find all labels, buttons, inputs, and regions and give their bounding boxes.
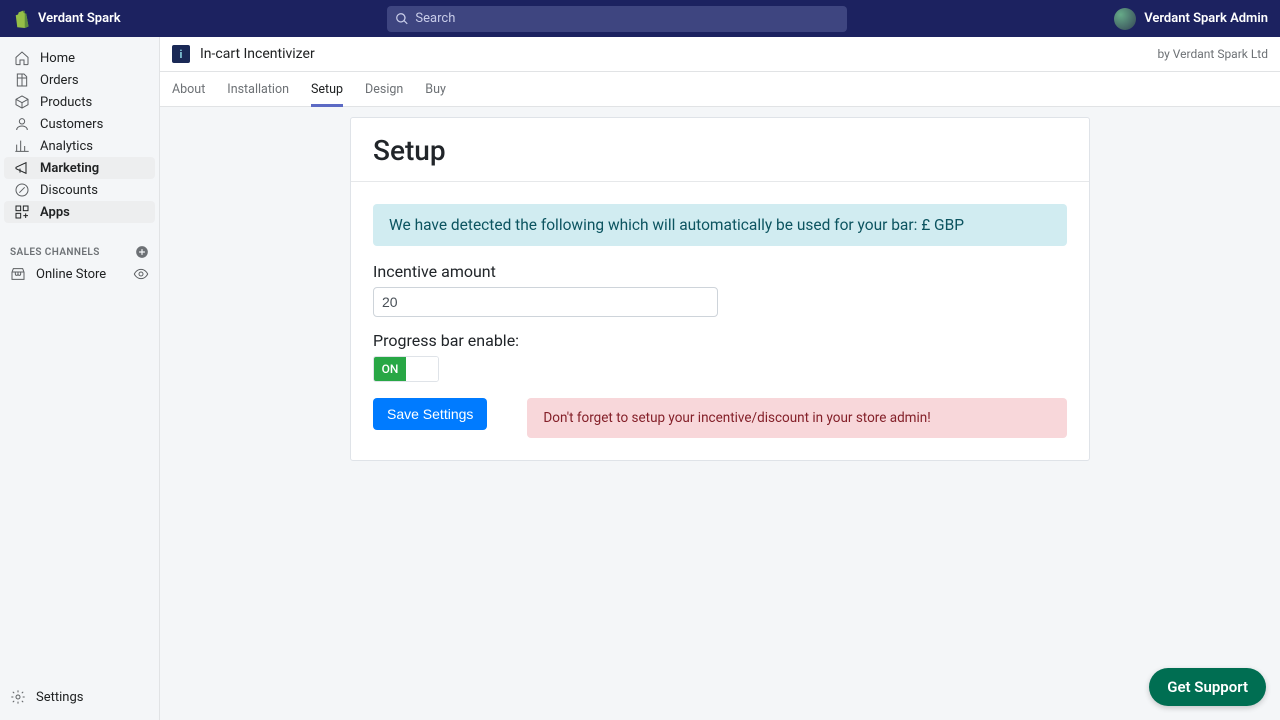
sidebar-item-label: Analytics	[40, 139, 93, 154]
store-brand[interactable]: Verdant Spark	[12, 10, 121, 28]
eye-icon[interactable]	[133, 266, 149, 282]
get-support-button[interactable]: Get Support	[1149, 668, 1266, 706]
sidebar-item-customers[interactable]: Customers	[4, 113, 155, 135]
store-icon	[10, 266, 26, 282]
gear-icon	[10, 689, 26, 705]
sidebar-item-label: Products	[40, 95, 92, 110]
search-input[interactable]: Search	[387, 6, 847, 32]
tab-design[interactable]: Design	[365, 72, 403, 106]
incentive-amount-label: Incentive amount	[373, 262, 1067, 281]
search-wrap: Search	[121, 6, 1115, 32]
tab-setup[interactable]: Setup	[311, 72, 343, 106]
app-name: In-cart Incentivizer	[200, 46, 315, 62]
discounts-icon	[14, 182, 30, 198]
toggle-on-label: ON	[374, 357, 406, 381]
app-vendor: by Verdant Spark Ltd	[1157, 47, 1268, 61]
search-placeholder: Search	[415, 11, 455, 26]
sidebar-item-apps[interactable]: Apps	[4, 201, 155, 223]
toggle-off-space	[406, 357, 438, 381]
sidebar: Home Orders Products Customers Analytics…	[0, 37, 160, 720]
app-icon: i	[172, 45, 190, 63]
setup-card: Setup We have detected the following whi…	[350, 117, 1090, 461]
marketing-icon	[14, 160, 30, 176]
search-icon	[395, 12, 409, 26]
page-title: Setup	[373, 134, 1067, 167]
sidebar-item-label: Customers	[40, 117, 103, 132]
channel-label: Online Store	[36, 267, 106, 282]
setup-reminder-banner: Don't forget to setup your incentive/dis…	[527, 398, 1067, 438]
sidebar-item-label: Discounts	[40, 183, 98, 198]
sidebar-item-orders[interactable]: Orders	[4, 69, 155, 91]
customers-icon	[14, 116, 30, 132]
sidebar-item-marketing[interactable]: Marketing	[4, 157, 155, 179]
store-name: Verdant Spark	[38, 11, 121, 26]
tab-installation[interactable]: Installation	[227, 72, 289, 106]
sales-channels-header: SALES CHANNELS	[0, 241, 159, 263]
sidebar-item-label: Apps	[40, 205, 70, 220]
channel-online-store[interactable]: Online Store	[0, 263, 159, 285]
apps-icon	[14, 204, 30, 220]
sidebar-item-label: Orders	[40, 73, 79, 88]
save-settings-button[interactable]: Save Settings	[373, 398, 487, 430]
orders-icon	[14, 72, 30, 88]
progress-bar-label: Progress bar enable:	[373, 331, 1067, 350]
admin-name: Verdant Spark Admin	[1144, 11, 1268, 26]
sidebar-item-analytics[interactable]: Analytics	[4, 135, 155, 157]
sidebar-item-label: Home	[40, 51, 75, 66]
currency-detected-banner: We have detected the following which wil…	[373, 204, 1067, 246]
sidebar-item-discounts[interactable]: Discounts	[4, 179, 155, 201]
app-header: i In-cart Incentivizer by Verdant Spark …	[160, 37, 1280, 72]
main: i In-cart Incentivizer by Verdant Spark …	[160, 37, 1280, 720]
tab-about[interactable]: About	[172, 72, 205, 106]
settings-label: Settings	[36, 690, 83, 705]
incentive-amount-input[interactable]	[373, 287, 718, 317]
top-bar: Verdant Spark Search Verdant Spark Admin	[0, 0, 1280, 37]
home-icon	[14, 50, 30, 66]
products-icon	[14, 94, 30, 110]
bottom-row: Save Settings Don't forget to setup your…	[373, 398, 1067, 438]
shopify-logo-icon	[12, 10, 30, 28]
card-body: We have detected the following which wil…	[351, 182, 1089, 460]
tab-buy[interactable]: Buy	[425, 72, 446, 106]
sidebar-item-home[interactable]: Home	[4, 47, 155, 69]
sidebar-item-label: Marketing	[40, 161, 99, 176]
app-tabs: About Installation Setup Design Buy	[160, 72, 1280, 107]
admin-area[interactable]: Verdant Spark Admin	[1114, 8, 1268, 30]
analytics-icon	[14, 138, 30, 154]
add-channel-icon[interactable]	[135, 245, 149, 259]
sidebar-item-products[interactable]: Products	[4, 91, 155, 113]
avatar	[1114, 8, 1136, 30]
card-header: Setup	[351, 118, 1089, 182]
sidebar-settings[interactable]: Settings	[0, 682, 159, 712]
sales-channels-label: SALES CHANNELS	[10, 247, 100, 258]
page-body: Setup We have detected the following whi…	[160, 107, 1280, 720]
progress-bar-toggle[interactable]: ON	[373, 356, 439, 382]
